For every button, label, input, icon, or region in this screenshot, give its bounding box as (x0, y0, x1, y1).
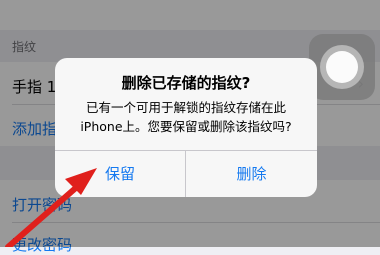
arrow-shaft (5, 183, 81, 247)
red-arrow-icon (5, 168, 97, 247)
